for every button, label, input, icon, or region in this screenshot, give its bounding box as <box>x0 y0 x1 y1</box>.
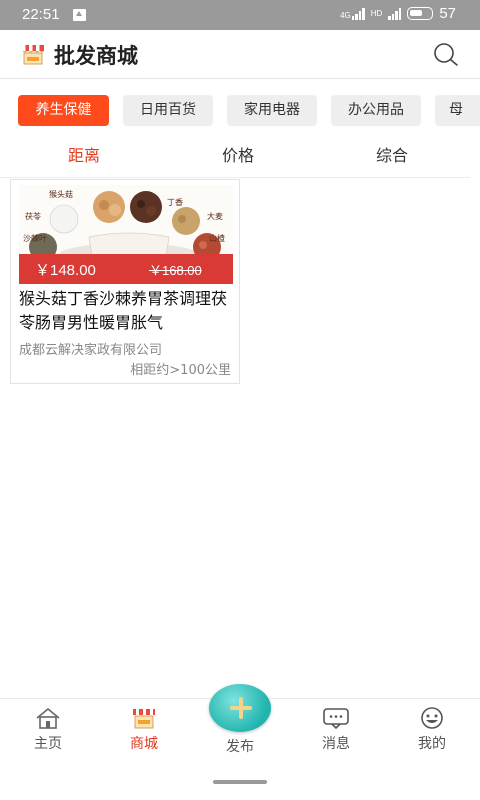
battery-level: 57 <box>439 5 456 22</box>
image-label: 山楂 <box>209 234 225 243</box>
tab-label: 商城 <box>130 736 158 752</box>
image-label: 猴头菇 <box>49 190 73 199</box>
tab-publish-label[interactable]: 发布 <box>210 736 270 756</box>
product-price: ￥148.00 <box>35 262 96 279</box>
tab-profile[interactable]: 我的 <box>392 707 472 753</box>
wifi-signal-icon <box>388 7 402 20</box>
app-header: 批发商城 <box>0 30 480 79</box>
message-icon <box>323 708 349 729</box>
status-time: 22:51 <box>22 6 60 23</box>
category-chip-health[interactable]: 养生保健 <box>18 95 109 126</box>
tab-label: 我的 <box>418 736 446 752</box>
shop-logo-icon <box>22 45 44 65</box>
publish-plus-button[interactable] <box>209 684 271 732</box>
gesture-home-bar[interactable] <box>213 780 267 784</box>
sort-tab-overall[interactable]: 综合 <box>376 142 408 166</box>
image-label: 大麦 <box>207 212 223 221</box>
network-type: 4G <box>340 10 351 20</box>
product-distance: 相距约>100公里 <box>130 363 231 378</box>
product-original-price: ￥168.00 <box>149 263 202 278</box>
image-label: 茯苓 <box>25 212 41 221</box>
category-chip-office[interactable]: 办公用品 <box>331 95 421 126</box>
status-bar: 22:51 4G HD 57 <box>0 0 480 30</box>
price-band: ￥148.00 ￥168.00 <box>19 254 233 284</box>
category-chip-mother-baby[interactable]: 母 <box>435 95 480 126</box>
page-title: 批发商城 <box>54 44 138 68</box>
shop-icon <box>133 709 155 729</box>
image-label: 丁香 <box>167 198 183 207</box>
tab-label: 消息 <box>322 736 350 752</box>
sort-tab-price[interactable]: 价格 <box>222 142 254 166</box>
tab-shop[interactable]: 商城 <box>104 707 184 753</box>
sort-tabs: 距离 价格 综合 <box>0 138 470 178</box>
product-name: 猴头菇丁香沙棘养胃茶调理茯苓肠胃男性暖胃胀气 <box>19 289 228 332</box>
image-label: 沙棘叶 <box>23 234 47 243</box>
category-chip-daily-goods[interactable]: 日用百货 <box>123 95 213 126</box>
sort-tab-distance[interactable]: 距离 <box>68 142 100 166</box>
cellular-signal-icon: 4G <box>340 7 365 20</box>
search-icon[interactable] <box>432 42 460 68</box>
tab-label: 主页 <box>34 736 62 752</box>
home-icon <box>36 707 60 729</box>
category-chips: 养生保健 日用百货 家用电器 办公用品 母 <box>0 95 480 127</box>
hd-indicator: HD <box>370 8 383 18</box>
product-company: 成都云解决家政有限公司 <box>19 343 163 358</box>
battery-icon <box>407 7 434 20</box>
profile-icon <box>421 707 443 729</box>
status-right: 4G HD 57 <box>340 5 456 22</box>
upload-notification-icon <box>73 9 86 21</box>
tab-messages[interactable]: 消息 <box>296 707 376 753</box>
product-card[interactable]: 猴头菇 丁香 茯苓 大麦 沙棘叶 山楂 ￥148.00 ￥168.00 猴头菇丁… <box>10 179 240 384</box>
tab-home[interactable]: 主页 <box>8 707 88 753</box>
product-image: 猴头菇 丁香 茯苓 大麦 沙棘叶 山楂 <box>19 185 233 263</box>
category-chip-appliances[interactable]: 家用电器 <box>227 95 317 126</box>
